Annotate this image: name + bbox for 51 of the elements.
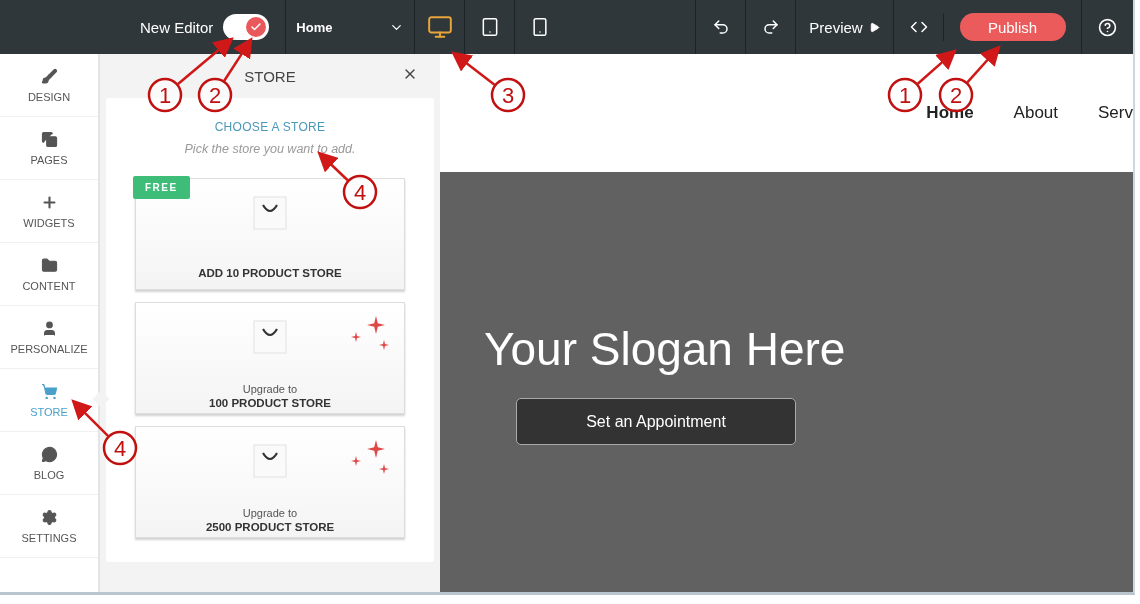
design-icon [40, 67, 58, 85]
callout-arrow [451, 51, 496, 86]
free-badge: FREE [133, 176, 190, 199]
help-icon [1098, 17, 1117, 37]
check-icon [250, 21, 263, 33]
shopping-bag-icon [252, 195, 288, 233]
sidebar-item[interactable]: SETTINGS [0, 495, 98, 558]
sidebar-item[interactable]: DESIGN [0, 54, 98, 117]
callout-arrow [71, 399, 109, 437]
callout-arrow [916, 49, 957, 85]
play-icon [868, 21, 880, 33]
card-title: 100 PRODUCT STORE [209, 397, 331, 409]
shopping-bag-icon [252, 443, 288, 481]
callout-marker: 2 [197, 77, 233, 113]
sidebar-item[interactable]: PAGES [0, 117, 98, 180]
shopping-bag-icon [252, 319, 288, 357]
nav-link[interactable]: Serv [1098, 103, 1133, 123]
callout-marker: 1 [887, 77, 923, 113]
blog-icon [40, 445, 58, 463]
widgets-icon [40, 193, 58, 211]
undo-icon [711, 18, 730, 36]
settings-icon [40, 508, 58, 526]
sidebar-item[interactable]: BLOG [0, 432, 98, 495]
sidebar-item[interactable]: CONTENT [0, 243, 98, 306]
desktop-icon [426, 14, 453, 40]
nav-link[interactable]: About [1013, 103, 1059, 123]
page-select[interactable]: Home [286, 0, 415, 54]
callout-marker: 3 [490, 77, 526, 113]
content-icon [40, 256, 58, 274]
callout-marker: 4 [102, 430, 138, 466]
sidebar-item[interactable]: PERSONALIZE [0, 306, 98, 369]
panel-title: STORE [244, 67, 296, 85]
slogan: Your Slogan Here [484, 322, 846, 376]
callout-arrow [966, 45, 1001, 84]
callout-marker: 4 [342, 174, 378, 210]
callout-arrow [317, 151, 349, 182]
pages-icon [40, 130, 58, 148]
card-title: ADD 10 PRODUCT STORE [198, 267, 342, 279]
store-option-card[interactable]: Upgrade to 100 PRODUCT STORE [135, 302, 405, 414]
card-title: 2500 PRODUCT STORE [205, 521, 335, 533]
appointment-button[interactable]: Set an Appointment [516, 398, 796, 445]
store-icon [40, 382, 58, 400]
editor-toggle[interactable] [223, 14, 270, 40]
panel-heading: CHOOSE A STORE [214, 120, 326, 134]
callout-marker: 1 [147, 77, 183, 113]
card-subtitle: Upgrade to [242, 507, 298, 519]
store-option-card[interactable]: Upgrade to 2500 PRODUCT STORE [135, 426, 405, 538]
redo-icon [761, 18, 780, 36]
editor-label: New Editor [140, 18, 214, 36]
card-subtitle: Upgrade to [242, 383, 298, 395]
sidebar-item[interactable]: WIDGETS [0, 180, 98, 243]
